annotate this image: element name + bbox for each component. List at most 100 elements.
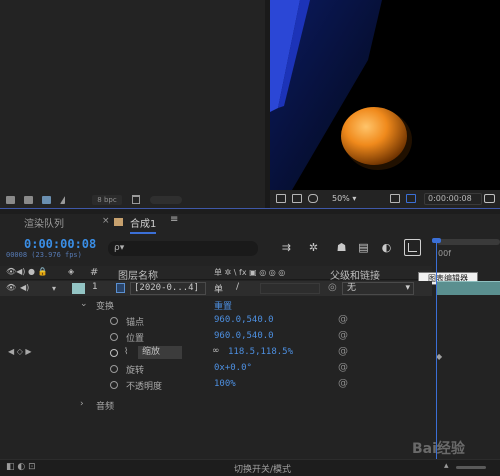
interpret-footage-icon[interactable]: [6, 196, 15, 204]
expression-pickwhip-icon[interactable]: @: [338, 314, 348, 325]
expression-pickwhip-icon[interactable]: @: [338, 362, 348, 373]
graph-icon: ⌇: [124, 347, 129, 357]
layer-index: 1: [92, 282, 98, 292]
property-value[interactable]: 100%: [214, 379, 236, 389]
keyframe-navigator[interactable]: ◀ ◇ ▶: [8, 347, 32, 356]
quality-switch[interactable]: /: [236, 282, 239, 292]
audio-icon[interactable]: ◀): [20, 283, 29, 292]
property-row[interactable]: 旋转 0x+0.0° @: [0, 362, 432, 377]
stopwatch-icon[interactable]: [110, 365, 118, 373]
zoom-out-icon[interactable]: ▴: [444, 461, 449, 471]
timeline-zoom-slider[interactable]: [456, 466, 486, 469]
search-icon: ρ▾: [114, 243, 125, 253]
stopwatch-icon[interactable]: [110, 381, 118, 389]
property-name: 位置: [126, 334, 145, 344]
shy-layers-icon[interactable]: ☗: [335, 241, 348, 254]
tab-render-queue[interactable]: 渲染队列: [24, 215, 64, 230]
new-composition-icon[interactable]: [42, 196, 51, 204]
constrain-proportions-icon[interactable]: ∞: [212, 346, 220, 356]
shy-switch[interactable]: 单: [214, 282, 223, 295]
current-timecode[interactable]: 0:00:00:08: [24, 237, 96, 251]
property-row[interactable]: 位置 960.0,540.0 @: [0, 330, 432, 345]
timeline-bottom-bar: ◧ ◐ ⊡ 切换开关/模式 ▴: [0, 459, 500, 476]
switches-header: 单 ✲ \ fx ▣ ◎ ◎ ◎: [214, 268, 286, 277]
toggle-switches-modes[interactable]: 切换开关/模式: [234, 462, 291, 475]
parent-header: 父级和链接: [330, 271, 380, 282]
property-value[interactable]: 960.0,540.0: [214, 331, 274, 341]
expression-pickwhip-icon[interactable]: @: [338, 378, 348, 389]
layer-name-header[interactable]: 图层名称: [118, 267, 158, 282]
property-value[interactable]: 960.0,540.0: [214, 315, 274, 325]
audio-label: 音频: [96, 402, 115, 412]
bit-depth-button[interactable]: 8 bpc: [92, 195, 122, 205]
property-name[interactable]: 缩放: [138, 346, 182, 359]
switch-boxes[interactable]: [260, 283, 320, 294]
playhead-line[interactable]: [436, 241, 437, 467]
bottom-panel-icons[interactable]: ◧ ◐ ⊡: [6, 462, 36, 472]
property-name: 不透明度: [126, 382, 163, 392]
layer-row[interactable]: 👁 ◀) ▾ 1 [2020-0...4] 单 / ◎ 无 ▾: [0, 281, 432, 296]
pickwhip-icon[interactable]: ◎: [328, 282, 337, 293]
av-switches-header: 👁◀) ● 🔒: [6, 267, 48, 276]
stopwatch-icon[interactable]: [110, 317, 118, 325]
layer-header-row: 👁◀) ● 🔒 ◈ # 图层名称 单 ✲ \ fx ▣ ◎ ◎ ◎ 父级和链接: [0, 266, 432, 282]
stopwatch-icon[interactable]: [110, 349, 118, 357]
tab-composition[interactable]: 合成1: [130, 215, 157, 234]
property-row-selected[interactable]: ◀ ◇ ▶ ⌇ 缩放 ∞ 118.5,118.5% @: [0, 346, 432, 361]
tab-menu-icon[interactable]: ≡: [170, 214, 178, 225]
audio-triangle-icon[interactable]: ›: [80, 399, 84, 409]
expand-triangle-icon[interactable]: ▾: [52, 284, 56, 293]
stopwatch-icon[interactable]: [110, 333, 118, 341]
region-icon[interactable]: [390, 194, 400, 203]
trash-icon[interactable]: [132, 195, 140, 204]
tab-close-icon[interactable]: ×: [102, 216, 110, 226]
zoom-select[interactable]: 50% ▾: [328, 193, 370, 205]
expression-pickwhip-icon[interactable]: @: [338, 330, 348, 341]
viewer-current-time[interactable]: 0:00:00:08: [424, 193, 482, 205]
monitor-icon[interactable]: [292, 194, 302, 203]
comp-color-swatch: [114, 218, 123, 226]
layer-name[interactable]: [2020-0...4]: [130, 282, 206, 295]
new-folder-icon[interactable]: [24, 196, 33, 204]
transform-label: 变换: [96, 302, 115, 312]
work-area-bar[interactable]: [437, 239, 500, 245]
frame-blending-icon[interactable]: ▤: [357, 241, 370, 254]
transparency-grid-icon[interactable]: [406, 194, 416, 203]
footage-icon: [116, 283, 125, 293]
property-value[interactable]: 0x+0.0°: [214, 363, 252, 373]
viewer-footer: 50% ▾ 0:00:00:08: [270, 190, 500, 208]
mask-icon[interactable]: [308, 194, 318, 203]
graph-editor-icon: [408, 243, 417, 252]
audio-row[interactable]: › 音频: [0, 398, 432, 413]
layer-duration-bar[interactable]: [437, 282, 500, 295]
property-name: 旋转: [126, 366, 145, 376]
project-footer: 8 bpc: [0, 192, 265, 208]
transform-reset[interactable]: 重置: [214, 299, 232, 312]
comp-flowchart-icon[interactable]: ⇉: [280, 241, 293, 254]
composition-viewer[interactable]: [270, 0, 500, 190]
time-ruler[interactable]: 00f: [432, 236, 500, 266]
property-value[interactable]: 118.5,118.5%: [228, 347, 293, 357]
property-row[interactable]: 锚点 960.0,540.0 @: [0, 314, 432, 329]
camera-icon[interactable]: [484, 194, 495, 203]
expression-pickwhip-icon[interactable]: @: [338, 346, 348, 357]
property-row[interactable]: 不透明度 100% @: [0, 378, 432, 393]
render-icon[interactable]: [60, 196, 65, 204]
parent-select[interactable]: 无 ▾: [342, 282, 414, 295]
motion-blur-icon[interactable]: ◐: [380, 241, 393, 254]
layer-search-input[interactable]: ρ▾: [108, 241, 258, 256]
index-header: #: [90, 267, 99, 278]
project-panel: [0, 0, 265, 208]
ruler-label: 00f: [438, 249, 451, 258]
transform-row[interactable]: ⌄ 变换 重置: [0, 298, 432, 313]
transform-triangle-icon[interactable]: ⌄: [80, 299, 88, 309]
graph-editor-button[interactable]: [404, 239, 421, 256]
visibility-icon[interactable]: 👁: [6, 283, 16, 292]
snapshot-icon[interactable]: [276, 194, 286, 203]
project-scrollbar[interactable]: [150, 196, 182, 204]
layer-label-color[interactable]: [72, 283, 85, 294]
viewer-canvas: [270, 0, 412, 190]
property-name: 锚点: [126, 318, 145, 328]
label-header-icon: ◈: [68, 267, 75, 276]
draft-3d-icon[interactable]: ✲: [307, 241, 320, 254]
